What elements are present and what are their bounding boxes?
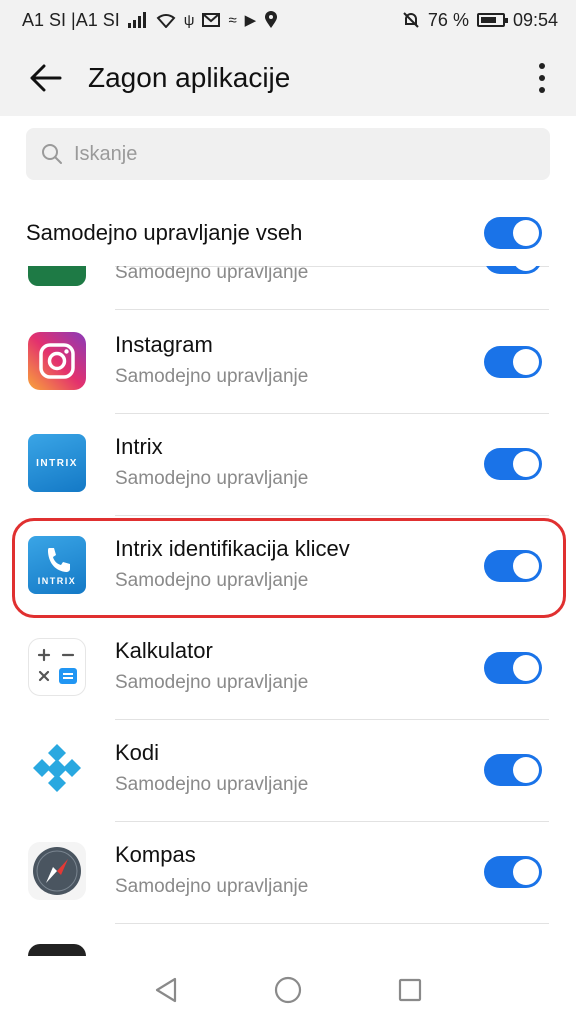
- app-subtitle: Samodejno upravljanje: [115, 570, 309, 591]
- app-name: Kalkulator: [115, 638, 213, 663]
- play-icon: ▶: [244, 11, 257, 29]
- app-icon: [28, 944, 86, 956]
- app-name: Intrix: [115, 434, 163, 459]
- app-name: Kodi: [115, 740, 160, 765]
- nav-back-button[interactable]: [146, 970, 186, 1010]
- app-name: Kompas: [115, 842, 196, 867]
- list-item[interactable]: Kalkulator Samodejno upravljanje: [0, 618, 576, 720]
- nav-home-button[interactable]: [268, 970, 308, 1010]
- list-item[interactable]: [0, 924, 576, 956]
- nav-recents-button[interactable]: [390, 970, 430, 1010]
- mail-icon: [202, 13, 221, 27]
- usb-icon: ψ: [183, 11, 195, 29]
- divider: [115, 309, 549, 310]
- instagram-icon: [28, 332, 86, 390]
- intrix-icon-text: INTRIX: [37, 576, 77, 586]
- app-toggle[interactable]: [484, 266, 542, 274]
- battery-fill: [480, 17, 496, 23]
- list-item[interactable]: Samodejno upravljanje: [0, 266, 576, 310]
- intrix-icon: INTRIX: [28, 434, 86, 492]
- status-bar-right: 76 % 09:54: [402, 10, 558, 31]
- app-toggle[interactable]: [484, 550, 542, 582]
- app-name: Intrix identifikacija klicev: [115, 536, 350, 561]
- compass-icon: [28, 842, 86, 900]
- wifi-icon: [156, 14, 176, 28]
- back-arrow-icon: [30, 64, 62, 92]
- battery-icon: [476, 13, 508, 27]
- more-vert-icon: [539, 63, 545, 69]
- recents-square-icon: [398, 978, 422, 1002]
- list-item[interactable]: INTRIX Intrix Samodejno upravljanje: [0, 414, 576, 516]
- green-app-icon: [28, 266, 86, 286]
- location-icon: [265, 11, 278, 28]
- auto-manage-all-row[interactable]: Samodejno upravljanje vseh: [0, 202, 576, 264]
- app-subtitle: Samodejno upravljanje: [115, 468, 309, 489]
- signal-icon: [127, 12, 146, 28]
- more-options-button[interactable]: [522, 56, 562, 100]
- cast-icon: ≈: [228, 11, 237, 29]
- app-toggle[interactable]: [484, 856, 542, 888]
- back-button[interactable]: [24, 56, 68, 100]
- back-triangle-icon: [155, 977, 177, 1003]
- battery-percent: 76 %: [427, 9, 469, 30]
- search-placeholder: Iskanje: [74, 142, 138, 165]
- clock: 09:54: [512, 9, 558, 30]
- list-item[interactable]: Kodi Samodejno upravljanje: [0, 720, 576, 822]
- app-toggle[interactable]: [484, 652, 542, 684]
- intrix-icon-text: INTRIX: [36, 457, 78, 469]
- app-toggle[interactable]: [484, 754, 542, 786]
- intrix-caller-id-icon: INTRIX: [28, 536, 86, 594]
- app-subtitle: Samodejno upravljanje: [115, 266, 309, 283]
- home-circle-icon: [274, 976, 302, 1004]
- search-input[interactable]: Iskanje: [26, 128, 550, 180]
- navigation-bar: [0, 956, 576, 1024]
- app-toggle[interactable]: [484, 346, 542, 378]
- app-list[interactable]: Samodejno upravljanje Instagram Samodejn…: [0, 266, 576, 956]
- list-item[interactable]: Kompas Samodejno upravljanje: [0, 822, 576, 924]
- search-icon: [42, 144, 62, 164]
- mute-icon: [403, 12, 419, 28]
- app-toggle[interactable]: [484, 448, 542, 480]
- carrier-text: A1 SI |A1 SI: [22, 9, 120, 30]
- auto-manage-all-toggle[interactable]: [484, 217, 542, 249]
- list-item[interactable]: Instagram Samodejno upravljanje: [0, 312, 576, 414]
- app-name: Instagram: [115, 332, 213, 357]
- app-subtitle: Samodejno upravljanje: [115, 366, 309, 387]
- app-subtitle: Samodejno upravljanje: [115, 774, 309, 795]
- page-title: Zagon aplikacije: [88, 62, 291, 93]
- calculator-icon: [28, 638, 86, 696]
- status-bar: A1 SI |A1 SI ψ ≈ ▶ 76 % 09:54: [0, 0, 576, 40]
- kodi-icon: [28, 740, 86, 798]
- list-item[interactable]: INTRIX Intrix identifikacija klicev Samo…: [0, 516, 576, 618]
- auto-manage-all-label: Samodejno upravljanje vseh: [26, 220, 303, 245]
- app-bar: Zagon aplikacije: [0, 40, 576, 116]
- app-subtitle: Samodejno upravljanje: [115, 672, 309, 693]
- status-bar-left: A1 SI |A1 SI ψ ≈ ▶: [22, 10, 278, 31]
- app-subtitle: Samodejno upravljanje: [115, 876, 309, 897]
